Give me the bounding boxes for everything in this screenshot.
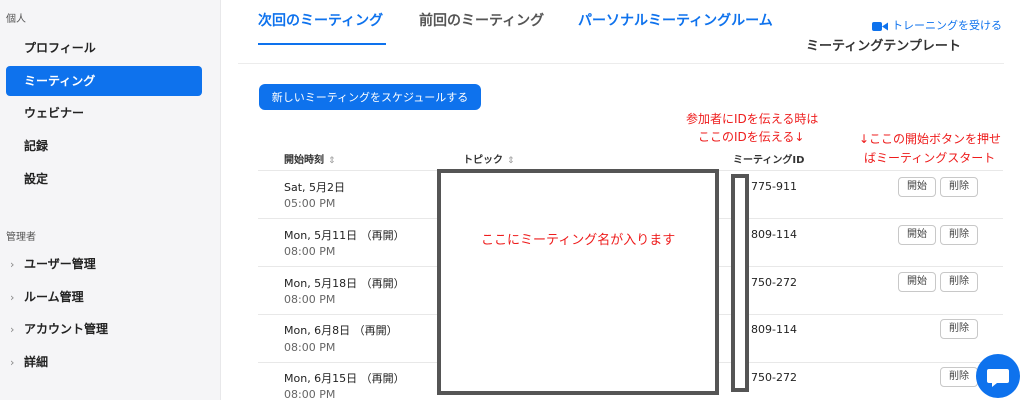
meeting-date: Mon, 6月15日 （再開） <box>284 372 405 385</box>
delete-meeting-button[interactable]: 削除 <box>940 319 978 339</box>
column-header-topic[interactable]: トピック ⇕ <box>463 151 515 166</box>
meeting-date: Mon, 6月8日 （再開） <box>284 324 398 337</box>
meeting-time: 05:00 PM <box>284 197 336 210</box>
meeting-id: 750-272 <box>751 371 797 384</box>
sidebar-item-recordings[interactable]: 記録 <box>6 131 202 161</box>
start-button-annotation-line2: ばミーティングスタート <box>864 151 996 165</box>
column-header-label: トピック <box>463 155 503 166</box>
chevron-right-icon: › <box>10 323 15 336</box>
meeting-id-annotation-line2: ここのIDを伝える↓ <box>698 130 805 144</box>
video-camera-icon <box>872 21 888 31</box>
chevron-right-icon: › <box>10 258 15 271</box>
chevron-right-icon: › <box>10 291 15 304</box>
delete-meeting-button[interactable]: 削除 <box>940 225 978 245</box>
sort-icon: ⇕ <box>507 156 515 166</box>
tab-personal-meeting-room[interactable]: パーソナルミーティングルーム <box>578 10 773 30</box>
meeting-id-annotation-line1: 参加者にIDを伝える時は <box>686 112 819 126</box>
tab-upcoming-meetings[interactable]: 次回のミーティング <box>258 10 383 30</box>
meeting-date: Mon, 5月11日 （再開） <box>284 229 405 242</box>
column-header-meeting-id: ミーティングID <box>733 155 805 166</box>
meeting-id: 809-114 <box>751 323 797 336</box>
sidebar-item-profile[interactable]: プロフィール <box>6 33 202 63</box>
schedule-meeting-button[interactable]: 新しいミーティングをスケジュールする <box>259 84 481 110</box>
column-header-start-time[interactable]: 開始時刻 ⇕ <box>284 151 336 166</box>
meeting-time: 08:00 PM <box>284 388 336 401</box>
sidebar-item-webinars[interactable]: ウェビナー <box>6 98 202 128</box>
sidebar-item-settings[interactable]: 設定 <box>6 164 202 194</box>
sidebar-section-admin: 管理者 <box>6 232 36 243</box>
start-meeting-button[interactable]: 開始 <box>898 225 936 245</box>
sidebar: 個人 プロフィール ミーティング ウェビナー 記録 設定 管理者 › ユーザー管… <box>0 0 221 400</box>
sidebar-item-advanced[interactable]: 詳細 <box>24 350 48 374</box>
chevron-right-icon: › <box>10 356 15 369</box>
training-link[interactable]: トレーニングを受ける <box>872 17 1002 33</box>
delete-meeting-button[interactable]: 削除 <box>940 272 978 292</box>
meeting-time: 08:00 PM <box>284 245 336 258</box>
delete-meeting-button[interactable]: 削除 <box>940 177 978 197</box>
meeting-time: 08:00 PM <box>284 341 336 354</box>
sidebar-item-room-management[interactable]: ルーム管理 <box>24 285 84 309</box>
sidebar-section-personal: 個人 <box>6 14 26 25</box>
chat-icon <box>987 369 1009 387</box>
meeting-id-highlight-box <box>731 174 749 392</box>
tabs-divider <box>238 63 1004 64</box>
sidebar-item-meetings[interactable]: ミーティング <box>6 66 202 96</box>
meeting-time: 08:00 PM <box>284 293 336 306</box>
meeting-id: 750-272 <box>751 276 797 289</box>
tab-meeting-templates[interactable]: ミーティングテンプレート <box>806 35 961 54</box>
sort-icon: ⇕ <box>328 156 336 166</box>
meeting-date: Sat, 5月2日 <box>284 181 346 194</box>
start-button-annotation-line1: ↓ここの開始ボタンを押せ <box>859 132 1002 146</box>
start-meeting-button[interactable]: 開始 <box>898 177 936 197</box>
meeting-id: 809-114 <box>751 228 797 241</box>
chat-support-button[interactable] <box>976 354 1020 398</box>
topic-annotation: ここにミーティング名が入ります <box>481 233 676 248</box>
tab-previous-meetings[interactable]: 前回のミーティング <box>419 10 544 30</box>
column-header-label: 開始時刻 <box>284 155 324 166</box>
meeting-date: Mon, 5月18日 （再開） <box>284 277 405 290</box>
sidebar-item-account-management[interactable]: アカウント管理 <box>24 317 108 341</box>
training-link-label: トレーニングを受ける <box>892 19 1002 32</box>
topic-cover-box <box>437 169 719 395</box>
start-meeting-button[interactable]: 開始 <box>898 272 936 292</box>
meeting-id: 775-911 <box>751 180 797 193</box>
sidebar-item-user-management[interactable]: ユーザー管理 <box>24 252 96 276</box>
delete-meeting-button[interactable]: 削除 <box>940 367 978 387</box>
active-tab-indicator <box>258 43 386 45</box>
